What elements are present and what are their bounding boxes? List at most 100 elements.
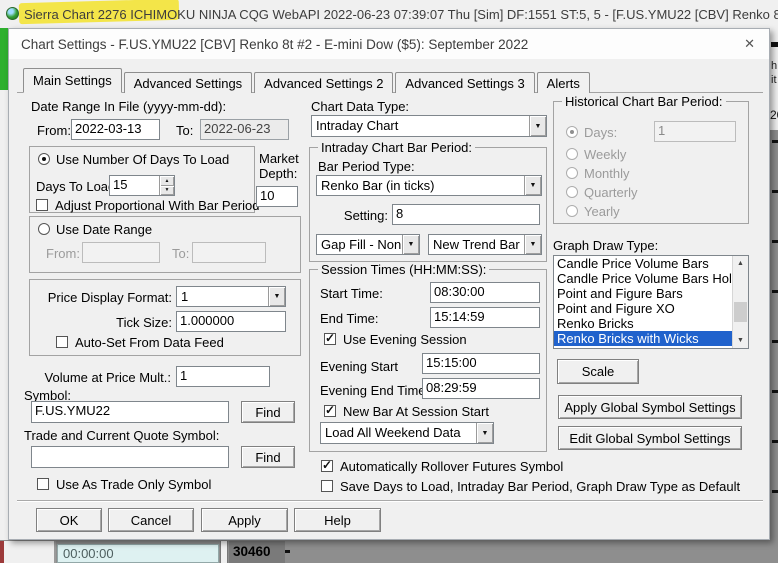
right-strip-text: it bbox=[771, 74, 777, 86]
evening-start-input[interactable]: 15:15:00 bbox=[422, 353, 540, 374]
rollover-label: Automatically Rollover Futures Symbol bbox=[340, 459, 564, 474]
apply-button[interactable]: Apply bbox=[201, 508, 288, 532]
days-to-load-spinner: ▲ ▼ bbox=[159, 176, 174, 195]
tab-advanced-settings-2[interactable]: Advanced Settings 2 bbox=[254, 72, 394, 93]
list-item-selected[interactable]: Renko Bricks with Wicks bbox=[554, 331, 732, 346]
setting-label: Setting: bbox=[343, 208, 388, 223]
scrollbar-thumb[interactable] bbox=[734, 302, 747, 322]
setting-input[interactable]: 8 bbox=[392, 204, 540, 225]
symbol-input[interactable]: F.US.YMU22 bbox=[31, 401, 229, 423]
trade-symbol-find-button[interactable]: Find bbox=[241, 446, 295, 468]
dropdown-button[interactable]: ▼ bbox=[524, 235, 541, 254]
tab-advanced-settings-3[interactable]: Advanced Settings 3 bbox=[395, 72, 535, 93]
chevron-down-icon: ▼ bbox=[481, 429, 489, 437]
chart-data-type-select[interactable]: Intraday Chart ▼ bbox=[311, 115, 547, 137]
ok-button[interactable]: OK bbox=[36, 508, 102, 532]
date-range-group: Use Date Range From: To: bbox=[29, 216, 301, 273]
days-to-load-group: Use Number Of Days To Load Days To Load:… bbox=[29, 146, 259, 213]
dropdown-button[interactable]: ▼ bbox=[476, 423, 493, 443]
pane-divider[interactable] bbox=[220, 541, 228, 563]
list-item[interactable]: Candle Price Volume Bars bbox=[554, 256, 732, 271]
rollover-checkbox[interactable]: ✓ Automatically Rollover Futures Symbol bbox=[321, 458, 564, 474]
list-scrollbar[interactable]: ▲ ▼ bbox=[732, 256, 748, 348]
days-to-load-label: Days To Load: bbox=[36, 179, 119, 194]
market-depth-input[interactable]: 10 bbox=[256, 186, 298, 207]
autoset-checkbox[interactable]: Auto-Set From Data Feed bbox=[56, 335, 224, 350]
time-input[interactable]: 00:00:00 bbox=[57, 544, 219, 563]
evening-start-label: Evening Start bbox=[320, 359, 399, 374]
list-item[interactable]: Candle Price Volume Bars Hollow bbox=[554, 271, 732, 286]
right-chart-strip bbox=[770, 130, 778, 563]
new-trend-bar-select[interactable]: New Trend Bar W ▼ bbox=[428, 234, 542, 255]
tick-size-input[interactable]: 1.000000 bbox=[176, 311, 286, 332]
list-item[interactable]: Renko Bricks bbox=[554, 316, 732, 331]
right-strip-price-label: 20 bbox=[770, 108, 778, 122]
end-time-input[interactable]: 15:14:59 bbox=[430, 307, 540, 328]
sierra-chart-globe-icon bbox=[6, 7, 19, 20]
historical-bar-period-group: Historical Chart Bar Period: Days: 1 Wee… bbox=[553, 94, 749, 224]
date-from-input[interactable]: 2022-03-13 bbox=[71, 119, 160, 140]
price-scale-tick bbox=[772, 140, 778, 143]
quarterly-label: Quarterly bbox=[584, 185, 638, 200]
days-to-load-input[interactable]: 15 ▲ ▼ bbox=[109, 175, 175, 196]
price-scale-tick bbox=[772, 440, 778, 443]
bar-period-type-select[interactable]: Renko Bar (in ticks) ▼ bbox=[316, 175, 542, 196]
chevron-down-icon: ▼ bbox=[534, 122, 542, 130]
tab-advanced-settings[interactable]: Advanced Settings bbox=[123, 72, 253, 93]
apply-global-symbol-settings-button[interactable]: Apply Global Symbol Settings bbox=[558, 395, 742, 419]
use-evening-session-checkbox[interactable]: ✓ Use Evening Session bbox=[324, 331, 467, 347]
trade-symbol-input[interactable] bbox=[31, 446, 229, 468]
save-defaults-label: Save Days to Load, Intraday Bar Period, … bbox=[340, 479, 741, 494]
dialog-titlebar[interactable]: Chart Settings - F.US.YMU22 [CBV] Renko … bbox=[9, 29, 769, 59]
dropdown-button[interactable]: ▼ bbox=[268, 287, 285, 306]
save-defaults-checkbox[interactable]: Save Days to Load, Intraday Bar Period, … bbox=[321, 479, 740, 494]
use-date-range-radio[interactable] bbox=[38, 223, 50, 235]
chevron-down-icon: ▼ bbox=[529, 182, 537, 189]
weekly-radio bbox=[566, 148, 578, 160]
checkbox-box bbox=[36, 199, 48, 211]
price-scale-tick bbox=[772, 290, 778, 293]
dropdown-button[interactable]: ▼ bbox=[529, 116, 546, 136]
evening-end-label: Evening End Time: bbox=[320, 383, 430, 398]
price-display-format-select[interactable]: 1 ▼ bbox=[176, 286, 286, 307]
scale-button[interactable]: Scale bbox=[557, 359, 639, 384]
time-value: 00:00:00 bbox=[63, 546, 114, 561]
weekend-data-select[interactable]: Load All Weekend Data ▼ bbox=[320, 422, 494, 444]
start-time-input[interactable]: 08:30:00 bbox=[430, 282, 540, 303]
tab-alerts[interactable]: Alerts bbox=[536, 72, 590, 93]
volume-mult-input[interactable]: 1 bbox=[176, 366, 270, 387]
evening-end-input[interactable]: 08:29:59 bbox=[422, 378, 540, 399]
close-icon[interactable]: ✕ bbox=[744, 36, 755, 52]
start-time-label: Start Time: bbox=[320, 286, 383, 301]
price-scale-value: 30460 bbox=[233, 544, 271, 559]
price-scale-tick bbox=[772, 340, 778, 343]
scroll-down-button[interactable]: ▼ bbox=[733, 333, 748, 348]
use-number-of-days-radio[interactable] bbox=[38, 153, 50, 165]
graph-draw-type-list[interactable]: Candle Price Volume Bars Candle Price Vo… bbox=[553, 255, 749, 349]
tab-main-settings[interactable]: Main Settings bbox=[23, 68, 122, 93]
list-item[interactable]: Point and Figure Bars bbox=[554, 286, 732, 301]
list-item[interactable]: Point and Figure XO bbox=[554, 301, 732, 316]
help-button[interactable]: Help bbox=[294, 508, 381, 532]
price-scale-value-box: 30460 bbox=[229, 541, 285, 563]
yearly-radio bbox=[566, 205, 578, 217]
spin-down-button[interactable]: ▼ bbox=[160, 185, 174, 195]
days-label: Days: bbox=[584, 125, 618, 140]
dropdown-button[interactable]: ▼ bbox=[524, 176, 541, 195]
gap-fill-select[interactable]: Gap Fill - None ▼ bbox=[316, 234, 420, 255]
bottom-left-panel bbox=[4, 541, 56, 563]
cancel-button[interactable]: Cancel bbox=[108, 508, 194, 532]
range-to-label: To: bbox=[172, 246, 190, 261]
bar-period-group: Intraday Chart Bar Period: Bar Period Ty… bbox=[309, 140, 547, 262]
symbol-find-button[interactable]: Find bbox=[241, 401, 295, 423]
scroll-up-button[interactable]: ▲ bbox=[733, 256, 748, 271]
monthly-radio bbox=[566, 167, 578, 179]
new-bar-session-checkbox[interactable]: ✓ New Bar At Session Start bbox=[324, 403, 489, 419]
trade-only-checkbox[interactable]: Use As Trade Only Symbol bbox=[37, 477, 211, 492]
adjust-proportional-checkbox[interactable]: Adjust Proportional With Bar Period bbox=[36, 198, 259, 213]
checkbox-box bbox=[321, 480, 333, 492]
chevron-down-icon: ▼ bbox=[407, 241, 415, 248]
edit-global-symbol-settings-button[interactable]: Edit Global Symbol Settings bbox=[558, 426, 742, 450]
price-scale-tick bbox=[285, 550, 290, 553]
dropdown-button[interactable]: ▼ bbox=[402, 235, 419, 254]
